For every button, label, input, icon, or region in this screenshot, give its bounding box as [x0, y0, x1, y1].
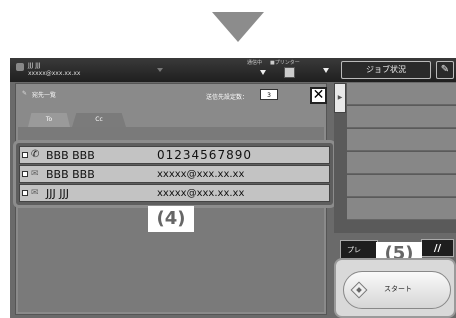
tab-to[interactable]: To	[28, 113, 70, 127]
preview-tab[interactable]: プレ	[340, 240, 378, 258]
collapse-handle[interactable]: ▶	[334, 83, 346, 113]
callout-label-list: (4)	[148, 206, 194, 232]
user-selector[interactable]: JJJ JJJ xxxxx@xxx.xx.xx	[14, 60, 164, 80]
start-button[interactable]: スタート	[343, 271, 451, 309]
list-item[interactable]: ✉ BBB BBB xxxxx@xxx.xx.xx	[19, 165, 330, 183]
user-name: JJJ JJJ	[28, 62, 41, 69]
job-status-button[interactable]: ジョブ状況	[341, 61, 431, 79]
address-book-icon: ✎	[22, 90, 28, 97]
printer-dropdown-icon[interactable]	[323, 68, 329, 73]
start-label: スタート	[384, 285, 412, 293]
top-bar: JJJ JJJ xxxxx@xxx.xx.xx 通信中 ■プリンター ジョブ状況…	[10, 58, 456, 82]
panel-title: 宛先一覧	[32, 92, 57, 99]
chevron-down-icon	[157, 68, 163, 72]
destination-list-header: ✎ 宛先一覧 送信先設定数： 3 ✕	[22, 87, 327, 104]
right-panel-row	[347, 106, 456, 128]
status-label: 通信中	[247, 60, 263, 66]
right-panel-row	[347, 129, 456, 151]
pencil-icon[interactable]: ✎	[436, 61, 454, 79]
row-checkbox[interactable]	[22, 190, 28, 196]
close-button[interactable]: ✕	[310, 87, 327, 104]
down-arrow-icon	[212, 12, 264, 42]
row-name: BBB BBB	[46, 168, 95, 181]
right-panel-row	[347, 152, 456, 174]
row-checkbox[interactable]	[22, 171, 28, 177]
list-item[interactable]: ✉ JJJ JJJ xxxxx@xxx.xx.xx	[19, 184, 330, 202]
right-panel-row	[347, 175, 456, 197]
mail-icon: ✉	[31, 169, 39, 179]
right-panel-row	[347, 198, 456, 220]
user-email: xxxxx@xxx.xx.xx	[28, 70, 81, 77]
destination-count-label: 送信先設定数：	[206, 94, 249, 101]
printer-label: ■プリンター	[270, 60, 300, 66]
mail-icon: ✉	[31, 188, 39, 198]
destination-count-value: 3	[260, 89, 278, 100]
status-area: 通信中 ■プリンター	[242, 59, 302, 81]
row-name: JJJ JJJ	[46, 187, 69, 200]
device-screen: JJJ JJJ xxxxx@xxx.xx.xx 通信中 ■プリンター ジョブ状況…	[10, 58, 456, 318]
printer-icon	[284, 67, 295, 78]
phone-icon: ✆	[31, 149, 40, 160]
start-icon	[350, 281, 368, 299]
row-address: 01234567890	[157, 148, 252, 162]
row-name: BBB BBB	[46, 149, 95, 162]
destination-list: ✆ BBB BBB 01234567890 ✉ BBB BBB xxxxx@xx…	[13, 140, 336, 208]
row-address: xxxxx@xxx.xx.xx	[157, 169, 245, 180]
right-panel-row	[347, 83, 456, 105]
slash-tab[interactable]: //	[421, 239, 454, 257]
list-item[interactable]: ✆ BBB BBB 01234567890	[19, 146, 330, 164]
tab-cc[interactable]: Cc	[72, 113, 126, 127]
row-address: xxxxx@xxx.xx.xx	[157, 188, 245, 199]
status-dropdown-icon[interactable]	[260, 70, 266, 75]
user-icon	[16, 63, 24, 71]
row-checkbox[interactable]	[22, 152, 28, 158]
